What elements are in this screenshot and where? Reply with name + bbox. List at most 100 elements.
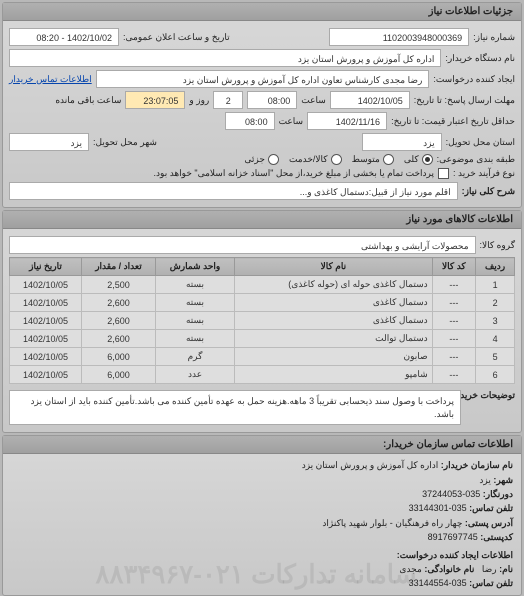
table-row[interactable]: 3---دستمال کاغذیبسته2,6001402/10/05 <box>10 312 515 330</box>
zip-label: کدپستی: <box>480 532 513 542</box>
cell-name: صابون <box>235 348 433 366</box>
time-label-2: ساعت <box>279 116 304 127</box>
desc-label: شرح کلی نیاز: <box>462 186 515 197</box>
province-label: استان محل تحویل: <box>446 137 515 148</box>
class-radio-group: کلی متوسط کالا/خدمت جزئی <box>244 154 432 165</box>
col-name: نام کالا <box>235 258 433 276</box>
name-value: رضا <box>482 564 497 574</box>
col-date: تاریخ نیاز <box>10 258 82 276</box>
cell-qty: 2,600 <box>82 330 156 348</box>
details-panel: جزئیات اطلاعات نیاز شماره نیاز: 11020039… <box>2 2 522 208</box>
cell-qty: 6,000 <box>82 366 156 384</box>
cell-code: --- <box>432 312 476 330</box>
tel-value: 035-33144301 <box>409 503 467 513</box>
addr-value: چهار راه فرهنگیان - بلوار شهید پاکنژاد <box>322 518 462 528</box>
creator-section: اطلاعات ایجاد کننده درخواست: <box>11 548 513 562</box>
fax-value: 035-37244053 <box>422 489 480 499</box>
radio-all[interactable]: کلی <box>404 154 433 165</box>
items-panel: اطلاعات کالاهای مورد نیاز گروه کالا: محص… <box>2 210 522 433</box>
cell-qty: 2,500 <box>82 276 156 294</box>
table-row[interactable]: 2---دستمال کاغذیبسته2,6001402/10/05 <box>10 294 515 312</box>
radio-dot-icon <box>383 154 394 165</box>
desc-value: اقلم مورد نیاز از قبیل:دستمال کاغذی و... <box>9 182 458 200</box>
cell-date: 1402/10/05 <box>10 276 82 294</box>
radio-mid[interactable]: متوسط <box>352 154 394 165</box>
cell-date: 1402/10/05 <box>10 312 82 330</box>
city-label: شهر محل تحویل: <box>93 137 157 148</box>
cell-date: 1402/10/05 <box>10 366 82 384</box>
table-row[interactable]: 4---دستمال توالتبسته2,6001402/10/05 <box>10 330 515 348</box>
zip-value: 8917697745 <box>428 532 478 542</box>
days-value: 2 <box>213 91 243 109</box>
days-label: روز و <box>189 95 209 106</box>
lname-value: مجدی <box>399 564 421 574</box>
table-row[interactable]: 1---دستمال کاغذی حوله ای (حوله کاغذی)بست… <box>10 276 515 294</box>
contact-title: اطلاعات تماس سازمان خریدار: <box>3 436 521 454</box>
valid-time: 08:00 <box>225 112 275 130</box>
buyer-note: پرداخت با وصول سند ذیحسابی تقریباً 3 ماه… <box>9 390 461 425</box>
col-qty: تعداد / مقدار <box>82 258 156 276</box>
cell-row: 5 <box>476 348 515 366</box>
cell-unit: گرم <box>155 348 234 366</box>
class-label: طبقه بندی موضوعی: <box>437 154 515 165</box>
tel2-label: تلفن تماس: <box>469 578 513 588</box>
cell-name: دستمال کاغذی <box>235 312 433 330</box>
buyer-label: نام دستگاه خریدار: <box>445 53 515 64</box>
cell-row: 6 <box>476 366 515 384</box>
items-title: اطلاعات کالاهای مورد نیاز <box>3 211 521 229</box>
tel2-value: 035-33144554 <box>409 578 467 588</box>
cell-qty: 2,600 <box>82 312 156 330</box>
cell-qty: 2,600 <box>82 294 156 312</box>
creator-value: رضا مجدی کارشناس تعاون اداره کل آموزش و … <box>96 70 430 88</box>
cell-code: --- <box>432 294 476 312</box>
buy-type-note: پرداخت تمام یا بخشی از مبلغ خرید،از محل … <box>9 168 434 179</box>
cell-code: --- <box>432 276 476 294</box>
time-label-1: ساعت <box>301 95 326 106</box>
valid-date: 1402/11/16 <box>307 112 387 130</box>
req-no-label: شماره نیاز: <box>473 32 515 43</box>
cell-row: 2 <box>476 294 515 312</box>
table-header-row: ردیف کد کالا نام کالا واحد شمارش تعداد /… <box>10 258 515 276</box>
req-no-value: 1102003948000369 <box>329 28 469 46</box>
announce-value: 1402/10/02 - 08:20 <box>9 28 119 46</box>
deadline-date: 1402/10/05 <box>330 91 410 109</box>
panel-title: جزئیات اطلاعات نیاز <box>3 3 521 21</box>
fax-label: دورنگار: <box>483 489 513 499</box>
checkbox-icon[interactable] <box>438 168 449 179</box>
remain-label: ساعت باقی مانده <box>55 95 121 106</box>
contact-panel: اطلاعات تماس سازمان خریدار: نام سازمان خ… <box>2 435 522 596</box>
col-unit: واحد شمارش <box>155 258 234 276</box>
cell-date: 1402/10/05 <box>10 294 82 312</box>
cell-date: 1402/10/05 <box>10 348 82 366</box>
radio-dot-icon <box>422 154 433 165</box>
cell-row: 4 <box>476 330 515 348</box>
table-row[interactable]: 6---شامپوعدد6,0001402/10/05 <box>10 366 515 384</box>
org-label: نام سازمان خریدار: <box>441 460 513 470</box>
cell-row: 3 <box>476 312 515 330</box>
table-row[interactable]: 5---صابونگرم6,0001402/10/05 <box>10 348 515 366</box>
cell-code: --- <box>432 348 476 366</box>
radio-dot-icon <box>331 154 342 165</box>
cell-name: دستمال کاغذی حوله ای (حوله کاغذی) <box>235 276 433 294</box>
cell-name: شامپو <box>235 366 433 384</box>
cell-name: دستمال کاغذی <box>235 294 433 312</box>
announce-label: تاریخ و ساعت اعلان عمومی: <box>123 32 230 43</box>
remain-time: 23:07:05 <box>125 91 185 109</box>
buy-type-label: نوع فرآیند خرید : <box>453 168 515 179</box>
radio-item[interactable]: کالا/خدمت <box>289 154 342 165</box>
cell-qty: 6,000 <box>82 348 156 366</box>
group-label: گروه کالا: <box>480 240 515 251</box>
cell-row: 1 <box>476 276 515 294</box>
name-label: نام: <box>499 564 513 574</box>
c-city-value: یزد <box>479 475 490 485</box>
col-row: ردیف <box>476 258 515 276</box>
c-city-label: شهر: <box>493 475 513 485</box>
radio-srv[interactable]: جزئی <box>244 154 279 165</box>
deadline-time: 08:00 <box>247 91 297 109</box>
cell-name: دستمال توالت <box>235 330 433 348</box>
cell-unit: بسته <box>155 312 234 330</box>
radio-dot-icon <box>268 154 279 165</box>
contact-link[interactable]: اطلاعات تماس خریدار <box>9 74 92 85</box>
group-value: محصولات آرایشی و بهداشتی <box>9 236 476 254</box>
cell-unit: بسته <box>155 276 234 294</box>
